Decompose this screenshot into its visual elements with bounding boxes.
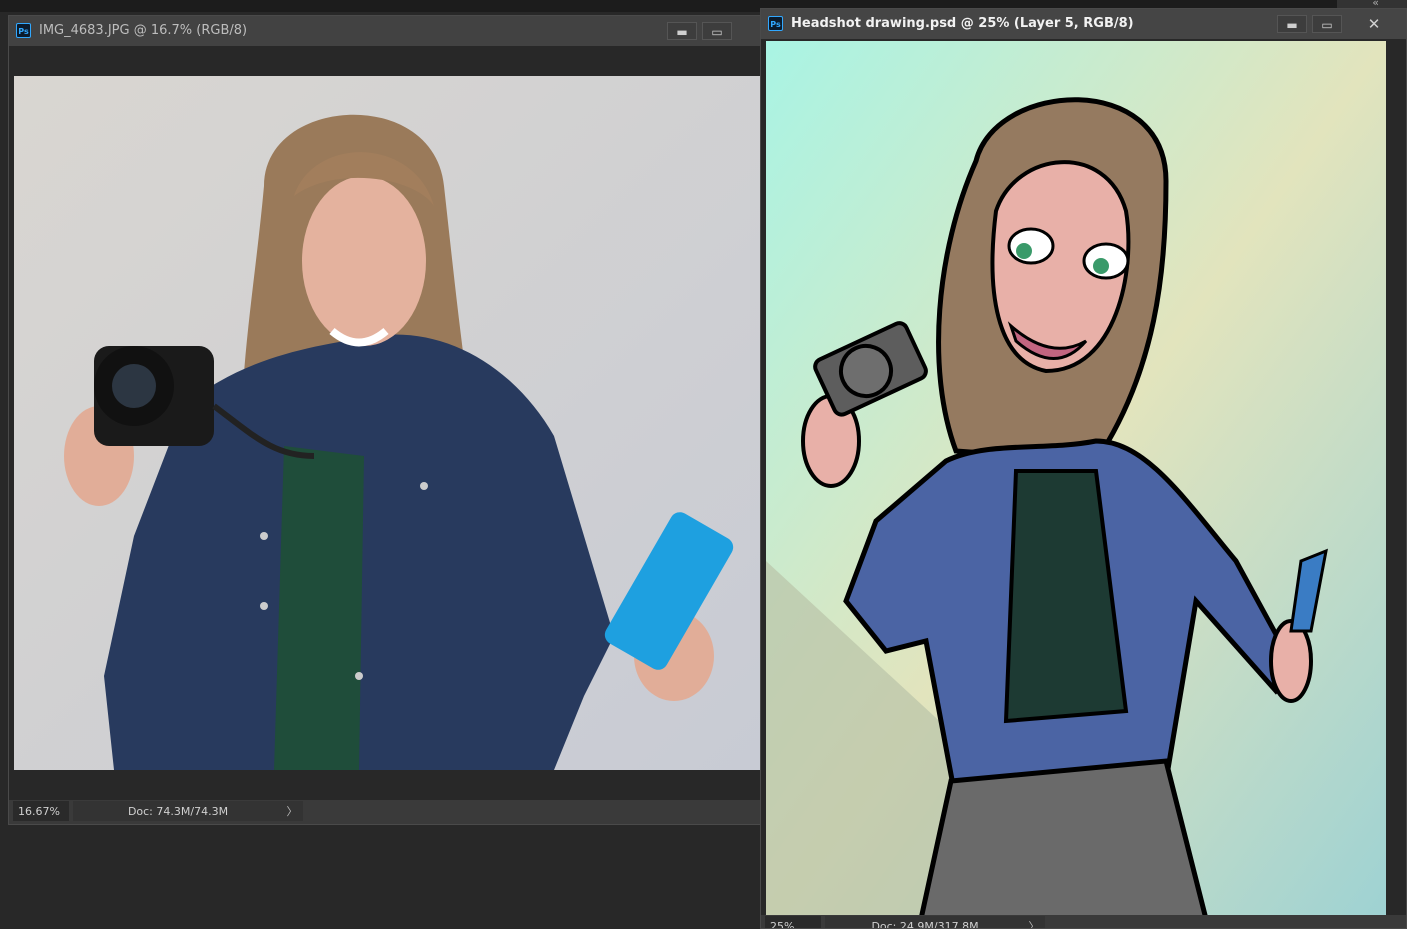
document-titlebar[interactable]: Ps Headshot drawing.psd @ 25% (Layer 5, … xyxy=(761,9,1406,39)
photoshop-icon: Ps xyxy=(768,16,783,31)
restore-button[interactable]: ▭ xyxy=(1312,15,1342,33)
document-size-info[interactable]: Doc: 24.9M/317.8M 〉 xyxy=(825,916,1045,928)
photoshop-icon: Ps xyxy=(16,23,31,38)
document-canvas-area[interactable] xyxy=(761,39,1406,915)
restore-button[interactable]: ▭ xyxy=(702,22,732,40)
drawing-canvas[interactable] xyxy=(766,41,1386,915)
minimize-button[interactable]: ▬ xyxy=(667,22,697,40)
status-bar: 25% Doc: 24.9M/317.8M 〉 xyxy=(761,915,1406,928)
document-size-text: Doc: 24.9M/317.8M xyxy=(871,920,979,928)
document-size-info[interactable]: Doc: 74.3M/74.3M 〉 xyxy=(73,801,303,821)
document-window-drawing[interactable]: Ps Headshot drawing.psd @ 25% (Layer 5, … xyxy=(760,8,1407,929)
document-title: IMG_4683.JPG @ 16.7% (RGB/8) xyxy=(39,23,248,38)
status-menu-arrow-icon[interactable]: 〉 xyxy=(285,801,299,821)
subject-face xyxy=(302,176,426,346)
document-canvas-area[interactable] xyxy=(9,46,763,801)
zoom-level-field[interactable]: 16.67% xyxy=(13,801,69,821)
close-button[interactable]: ✕ xyxy=(1359,15,1389,33)
document-window-photo[interactable]: Ps IMG_4683.JPG @ 16.7% (RGB/8) ▬ ▭ 16.6… xyxy=(8,15,764,825)
photo-canvas[interactable] xyxy=(14,76,760,770)
document-title: Headshot drawing.psd @ 25% (Layer 5, RGB… xyxy=(791,16,1134,31)
document-size-text: Doc: 74.3M/74.3M xyxy=(127,805,229,818)
status-menu-arrow-icon[interactable]: 〉 xyxy=(1027,916,1041,928)
document-titlebar[interactable]: Ps IMG_4683.JPG @ 16.7% (RGB/8) ▬ ▭ xyxy=(9,16,763,46)
zoom-level-field[interactable]: 25% xyxy=(765,916,821,928)
status-bar: 16.67% Doc: 74.3M/74.3M 〉 xyxy=(9,800,763,822)
minimize-button[interactable]: ▬ xyxy=(1277,15,1307,33)
